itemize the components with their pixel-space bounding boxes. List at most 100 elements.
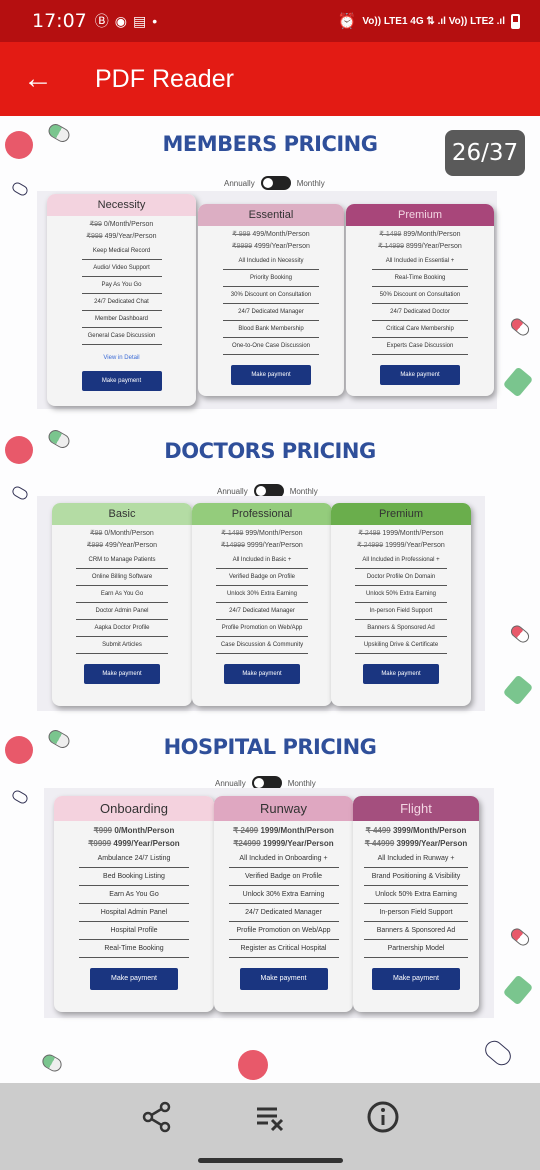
toggle-label-monthly: Monthly — [296, 178, 325, 188]
status-icon: Ⓑ — [94, 13, 109, 29]
plan-feature: Hospital Profile — [79, 922, 189, 940]
view-detail-link[interactable]: View in Detail — [47, 355, 196, 361]
status-icons: Ⓑ ◉ ▤ • — [95, 11, 157, 31]
plan-card-basic: Basic ₹99 0/Month/Person ₹999 499/Year/Pe… — [52, 503, 192, 706]
plan-feature: Aapka Doctor Profile — [76, 620, 168, 637]
plan-name: Necessity — [47, 194, 196, 216]
app-title: PDF Reader — [95, 64, 234, 93]
status-icon: • — [152, 13, 158, 29]
plan-name: Basic — [52, 503, 192, 525]
plan-feature: General Case Discussion — [81, 328, 162, 345]
plan-feature: Banners & Sponsored Ad — [355, 620, 447, 637]
plan-name: Premium — [331, 503, 471, 525]
plan-feature: Pay As You Go — [81, 277, 162, 294]
make-payment-button[interactable]: Make payment — [81, 371, 162, 391]
plan-feature: Bed Booking Listing — [79, 868, 189, 886]
pill-icon — [481, 1037, 515, 1069]
plan-feature: All Included in Runway + — [364, 850, 468, 868]
plan-feature: Real-Time Booking — [372, 270, 468, 287]
plan-feature: Doctor Profile On Domain — [355, 569, 447, 586]
plan-feature: All Included in Professional + — [355, 552, 447, 569]
bottle-icon — [502, 674, 534, 706]
make-payment-button[interactable]: Make payment — [363, 664, 439, 684]
plan-feature: In-person Field Support — [364, 904, 468, 922]
plan-price: ₹ 999 499/Month/Person ₹9999 4999/Year/Pe… — [232, 231, 310, 250]
plan-feature: Blood Bank Membership — [223, 321, 319, 338]
make-payment-button[interactable]: Make payment — [84, 664, 160, 684]
app-bar: ← PDF Reader — [0, 42, 540, 116]
plan-feature: Brand Positioning & Visibility — [364, 868, 468, 886]
pill-icon — [508, 925, 532, 949]
plan-name: Professional — [192, 503, 332, 525]
share-icon[interactable] — [137, 1097, 177, 1137]
plan-feature: Earn As You Go — [79, 886, 189, 904]
plan-feature: 24/7 Dedicated Doctor — [372, 304, 468, 321]
plan-feature: 24/7 Dedicated Manager — [228, 904, 339, 922]
status-icon: ◉ — [114, 12, 127, 29]
make-payment-button[interactable]: Make payment — [231, 365, 311, 385]
plan-feature: Unlock 30% Extra Earning — [228, 886, 339, 904]
plan-feature: All Included in Basic + — [216, 552, 308, 569]
make-payment-button[interactable]: Make payment — [380, 365, 460, 385]
pill-icon — [39, 1051, 65, 1075]
make-payment-button[interactable]: Make payment — [239, 968, 328, 990]
plan-feature: 24/7 Dedicated Chat — [81, 294, 162, 311]
clear-list-icon[interactable] — [250, 1097, 290, 1137]
network-status: Vo)) LTE1 4G ⇅ .ıl Vo)) LTE2 .ıl — [362, 15, 505, 27]
battery-icon — [511, 13, 520, 29]
section-title: HOSPITAL PRICING — [163, 735, 377, 759]
plan-feature: Submit Articles — [76, 637, 168, 654]
pill-icon — [10, 484, 30, 502]
plan-feature: Profile Promotion on Web/App — [228, 922, 339, 940]
plan-feature: All Included in Onboarding + — [228, 850, 339, 868]
plan-feature: Hospital Admin Panel — [79, 904, 189, 922]
plan-card-professional: Professional ₹ 1499 999/Month/Person ₹149… — [192, 503, 332, 706]
plan-feature: Earn As You Go — [76, 586, 168, 603]
billing-toggle[interactable]: Annually Monthly — [224, 176, 325, 190]
toggle-label-monthly: Monthly — [287, 778, 316, 788]
plan-feature: Real-Time Booking — [79, 940, 189, 958]
status-time: 17:07 — [32, 10, 87, 32]
plan-card-necessity: Necessity ₹99 0/Month/Person ₹999 499/Yea… — [47, 194, 196, 406]
alarm-icon: ⏰ — [337, 13, 357, 30]
make-payment-button[interactable]: Make payment — [372, 968, 460, 990]
status-right: ⏰ Vo)) LTE1 4G ⇅ .ıl Vo)) LTE2 .ıl — [338, 12, 520, 30]
plan-feature: 30% Discount on Consultation — [223, 287, 319, 304]
status-bar: 17:07 Ⓑ ◉ ▤ • ⏰ Vo)) LTE1 4G ⇅ .ıl Vo)) … — [0, 0, 540, 42]
plan-feature: Register as Critical Hospital — [228, 940, 339, 958]
plan-price: ₹99 0/Month/Person ₹999 499/Year/Person — [86, 221, 157, 240]
toggle-label-annually: Annually — [215, 778, 246, 788]
make-payment-button[interactable]: Make payment — [90, 968, 178, 990]
plan-feature: Unlock 30% Extra Earning — [216, 586, 308, 603]
plan-card-premium: Premium ₹ 2499 1999/Month/Person ₹ 24999 … — [331, 503, 471, 706]
plan-name: Onboarding — [54, 796, 214, 821]
plan-feature: Priority Booking — [223, 270, 319, 287]
status-icon: ▤ — [132, 12, 147, 29]
plan-feature: All Included in Essential + — [372, 253, 468, 270]
toggle-switch[interactable] — [260, 176, 291, 190]
plan-card-runway: Runway ₹ 2499 1999/Month/Person ₹24999 19… — [214, 796, 353, 1012]
page-counter: 26/37 — [445, 130, 525, 176]
back-arrow-icon[interactable]: ← — [18, 59, 58, 99]
plan-price: ₹999 0/Month/Person ₹9999 4999/Year/Perso… — [88, 826, 180, 848]
plan-feature: Critical Care Membership — [372, 321, 468, 338]
pill-icon — [508, 622, 532, 646]
plan-feature: Unlock 50% Extra Earning — [364, 886, 468, 904]
plan-price: ₹99 0/Month/Person ₹999 499/Year/Person — [87, 530, 157, 549]
plan-name: Runway — [214, 796, 353, 821]
pdf-page[interactable]: MEMBERS PRICING Annually Monthly Necessi… — [0, 116, 540, 1083]
bottom-toolbar — [0, 1083, 540, 1170]
plan-price: ₹ 2499 1999/Month/Person ₹ 24999 19999/Ye… — [357, 530, 445, 549]
plan-feature: Case Discussion & Community — [216, 637, 308, 654]
info-icon[interactable] — [363, 1097, 403, 1137]
plan-feature: Doctor Admin Panel — [76, 603, 168, 620]
pill-icon — [508, 315, 532, 339]
bottle-icon — [502, 366, 534, 398]
plan-feature: Partnership Model — [364, 940, 468, 958]
bottle-icon — [502, 974, 534, 1006]
plan-name: Essential — [198, 204, 344, 226]
make-payment-button[interactable]: Make payment — [224, 664, 300, 684]
plan-card-onboarding: Onboarding ₹999 0/Month/Person ₹9999 4999… — [54, 796, 214, 1012]
plan-name: Premium — [346, 204, 494, 226]
home-indicator[interactable] — [198, 1158, 343, 1163]
